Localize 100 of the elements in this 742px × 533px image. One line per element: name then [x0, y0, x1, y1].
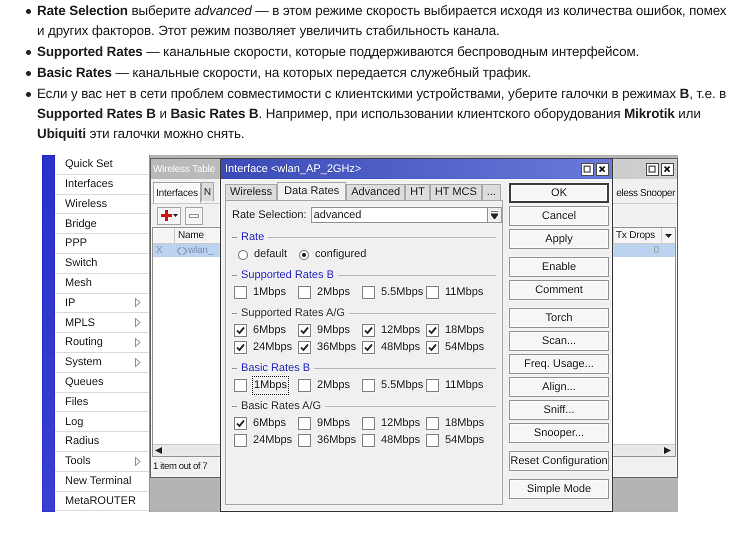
radio-button[interactable]	[238, 250, 248, 260]
tab[interactable]: ...	[482, 184, 501, 200]
menu-item[interactable]: Radius	[55, 432, 149, 452]
dialog-button[interactable]: Cancel	[509, 206, 609, 226]
table-cell-text: 0	[652, 244, 660, 257]
checkbox[interactable]	[426, 434, 439, 447]
checkbox[interactable]	[234, 434, 247, 447]
checkbox[interactable]	[298, 286, 311, 299]
radio-button[interactable]	[299, 250, 310, 260]
checkbox-label: 36Mbps	[317, 433, 356, 448]
add-button[interactable]	[157, 206, 181, 224]
radio-label: default	[254, 247, 288, 262]
tab[interactable]: Interfaces	[153, 182, 201, 203]
checkbox[interactable]	[426, 379, 439, 392]
table-header-cell[interactable]: Name	[175, 228, 215, 243]
caret-icon	[172, 214, 178, 217]
tab[interactable]: Advanced	[346, 184, 406, 200]
checkbox[interactable]	[234, 324, 247, 337]
dialog-button[interactable]: Apply	[509, 229, 609, 249]
tab[interactable]: N	[200, 182, 214, 201]
checkbox[interactable]	[362, 434, 375, 447]
checkbox-label: 12Mbps	[381, 323, 420, 338]
bullet-icon	[26, 71, 31, 76]
checkbox-label: 48Mbps	[381, 340, 420, 356]
tab[interactable]: Data Rates	[277, 182, 346, 200]
bullet-text: Если у вас нет в сети проблем совместимости с клиентскими устройствами, уберите галочки в режимах B, т.е. в Supported Rates B и Basic Rates B. Например, при использовании клиентского оборудования Mikrotik или Ubiquiti эти галочки можно снять.	[37, 85, 728, 143]
bullet-text: Supported Rates — канальные скорости, которые поддерживаются беспроводным интерфейсом.	[37, 43, 640, 61]
dialog-button[interactable]: Comment	[509, 280, 609, 300]
checkbox[interactable]	[362, 324, 375, 337]
dialog-button[interactable]: Simple Mode	[509, 479, 609, 499]
menu-item[interactable]: Mesh	[55, 274, 149, 294]
checkbox-label: 11Mbps	[445, 285, 484, 300]
checkbox[interactable]	[362, 379, 375, 392]
dialog-button[interactable]: Reset Configuration	[509, 451, 609, 471]
dialog-button[interactable]: Align...	[509, 377, 609, 397]
group-title: Supported Rates A/G	[241, 306, 345, 321]
checkbox[interactable]	[234, 341, 247, 354]
checkbox[interactable]	[298, 379, 311, 392]
menu-item[interactable]: Queues	[55, 372, 149, 393]
menu-item[interactable]: MPLS	[55, 313, 149, 334]
checkbox-label: 36Mbps	[317, 340, 356, 356]
checkbox[interactable]	[234, 286, 247, 299]
checkbox[interactable]	[362, 417, 375, 430]
dialog-button[interactable]: Freq. Usage...	[509, 354, 609, 374]
checkbox[interactable]	[426, 286, 439, 299]
menu-item[interactable]: PPP	[55, 234, 149, 254]
menu-item[interactable]: System	[55, 352, 149, 373]
dialog-button[interactable]: Enable	[509, 257, 609, 277]
menu-item[interactable]: Tools	[55, 452, 149, 472]
checkbox[interactable]	[298, 417, 311, 430]
checkbox[interactable]	[426, 341, 439, 354]
submenu-arrow-icon	[135, 338, 141, 348]
remove-button[interactable]	[185, 206, 203, 224]
dialog-button[interactable]: Scan...	[509, 331, 609, 351]
dialog-button[interactable]: Snooper...	[509, 423, 609, 443]
table-cell-text: X	[155, 244, 164, 257]
checkbox[interactable]	[234, 417, 247, 430]
checkbox[interactable]	[426, 324, 439, 337]
menu-item[interactable]: Files	[55, 392, 149, 412]
menu-item[interactable]: Bridge	[55, 214, 149, 234]
checkbox[interactable]	[362, 341, 375, 354]
close-icon[interactable]	[661, 162, 674, 176]
close-icon[interactable]	[596, 162, 609, 176]
checkbox[interactable]	[234, 379, 247, 392]
checkbox[interactable]	[362, 286, 375, 299]
menu-item[interactable]: MetaROUTER	[55, 492, 149, 512]
tab[interactable]: Wireless	[225, 184, 278, 200]
submenu-arrow-icon	[135, 298, 141, 308]
checkbox-label: 2Mbps	[317, 285, 350, 300]
checkbox[interactable]	[426, 417, 439, 430]
menu-item[interactable]: New Terminal	[55, 472, 149, 492]
dialog-button[interactable]: Torch	[509, 308, 609, 328]
window-title: Interface <wlan_AP_2GHz>	[224, 162, 362, 177]
checkbox-label: 24Mbps	[253, 433, 292, 448]
tab[interactable]: HT	[405, 184, 430, 200]
dialog-button[interactable]: Sniff...	[509, 400, 609, 420]
submenu-arrow-icon	[135, 318, 141, 328]
menu-item[interactable]: Log	[55, 412, 149, 432]
tab[interactable]: HT MCS	[430, 184, 482, 200]
checkbox-label: 54Mbps	[445, 433, 484, 448]
checkbox[interactable]	[298, 341, 311, 354]
rate-selection-dropdown[interactable]: advanced	[310, 207, 502, 223]
submenu-arrow-icon	[135, 358, 141, 367]
menu-item[interactable]: Switch	[55, 254, 149, 274]
menu-item[interactable]: Quick Set	[55, 155, 149, 175]
field-label: Rate Selection:	[232, 208, 307, 223]
menu-item[interactable]: Routing	[55, 333, 149, 353]
menu-item[interactable]: Wireless	[55, 194, 149, 214]
menu-item[interactable]: IP	[55, 294, 149, 314]
checkbox-label: 1Mbps	[253, 285, 286, 300]
checkbox[interactable]	[298, 324, 311, 337]
scroll-right-icon[interactable]	[664, 447, 671, 454]
checkbox-label: 24Mbps	[253, 340, 292, 356]
maximize-icon[interactable]	[646, 162, 659, 176]
column-menu-button[interactable]	[661, 228, 675, 243]
scroll-left-icon[interactable]	[155, 447, 162, 454]
maximize-icon[interactable]	[581, 162, 594, 176]
menu-item[interactable]: Interfaces	[55, 174, 149, 195]
checkbox[interactable]	[298, 434, 311, 447]
dialog-button[interactable]: OK	[509, 183, 609, 203]
